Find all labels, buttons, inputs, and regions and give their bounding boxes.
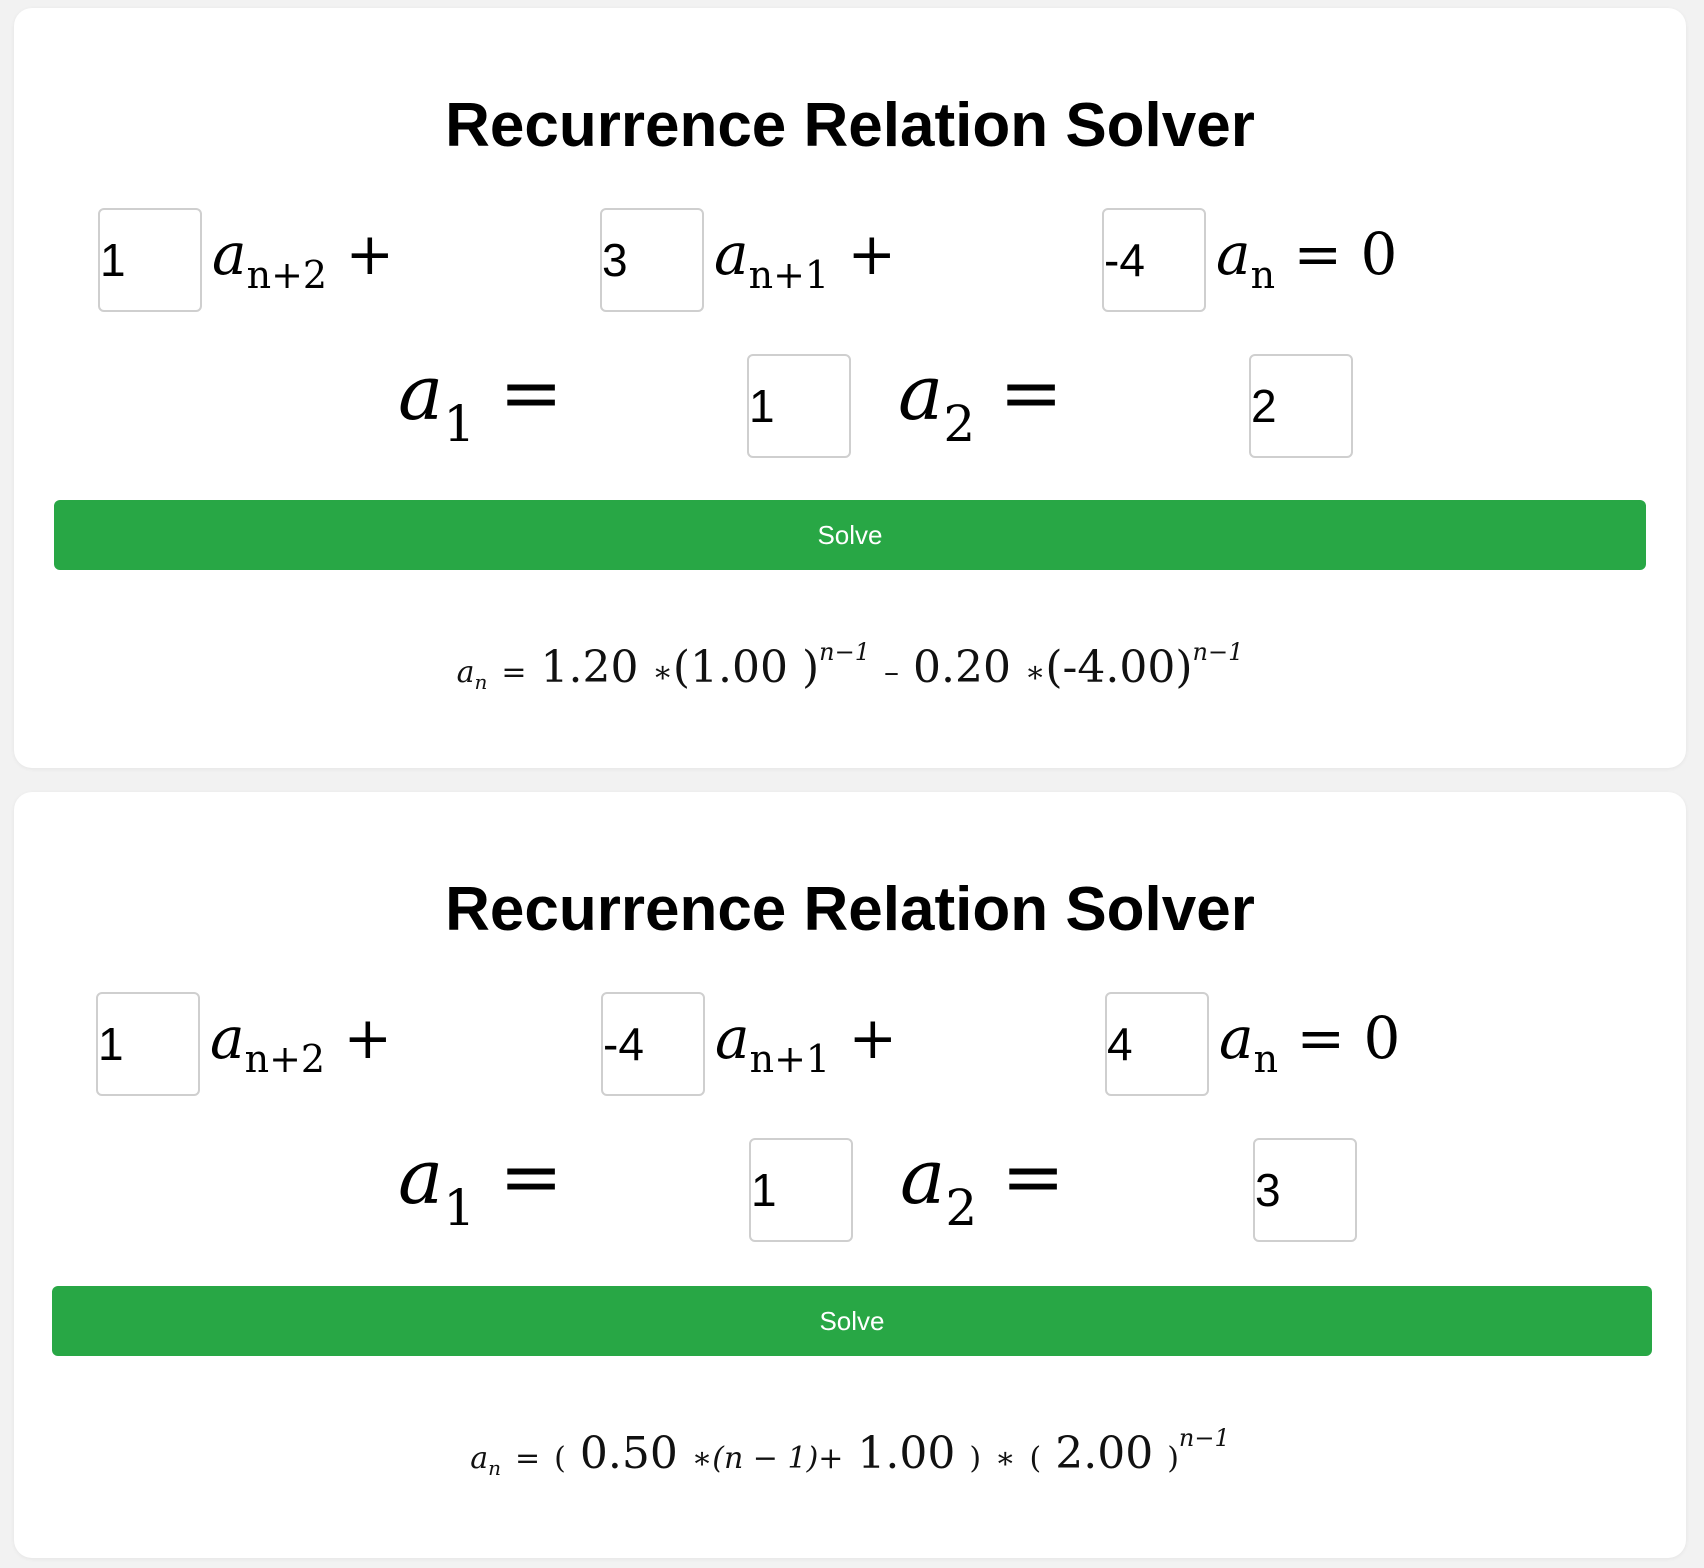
term-a-n: an = 0 <box>1216 220 1398 297</box>
coefficient-a-n1-input[interactable] <box>601 992 705 1096</box>
solution-formula: an = ( 0.50 ∗(n − 1)+ 1.00 ) ∗ ( 2.00 )n… <box>470 1424 1230 1480</box>
initial-a1-label: a1 = <box>398 1132 563 1237</box>
coefficient-a-n2-input[interactable] <box>96 992 200 1096</box>
initial-a2-input[interactable] <box>1253 1138 1357 1242</box>
term-a-n2: an+2 + <box>210 1004 393 1081</box>
term-a-n: an = 0 <box>1219 1004 1401 1081</box>
initial-a2-label: a2 = <box>898 348 1063 453</box>
coefficient-a-n2-input[interactable] <box>98 208 202 312</box>
solve-button[interactable]: Solve <box>52 1286 1652 1356</box>
term-a-n1: an+1 + <box>715 1004 898 1081</box>
initial-a1-input[interactable] <box>747 354 851 458</box>
initial-a2-label: a2 = <box>900 1132 1065 1237</box>
page-title: Recurrence Relation Solver <box>445 875 1255 944</box>
coefficient-a-n-input[interactable] <box>1102 208 1206 312</box>
term-a-n2: an+2 + <box>212 220 395 297</box>
solver-card-2: Recurrence Relation Solver an+2 + an+1 +… <box>14 792 1686 1558</box>
solve-button[interactable]: Solve <box>54 500 1646 570</box>
solution-formula: an = 1.20 ∗(1.00 )n−1 – 0.20 ∗(-4.00)n−1 <box>456 638 1244 694</box>
initial-a2-input[interactable] <box>1249 354 1353 458</box>
initial-a1-input[interactable] <box>749 1138 853 1242</box>
term-a-n1: an+1 + <box>714 220 897 297</box>
coefficient-a-n-input[interactable] <box>1105 992 1209 1096</box>
solution-lhs: an <box>456 655 488 694</box>
solver-card-1: Recurrence Relation Solver an+2 + an+1 +… <box>14 8 1686 768</box>
solution-lhs: an <box>470 1441 502 1480</box>
initial-a1-label: a1 = <box>398 348 563 453</box>
coefficient-a-n1-input[interactable] <box>600 208 704 312</box>
page-title: Recurrence Relation Solver <box>445 91 1255 160</box>
